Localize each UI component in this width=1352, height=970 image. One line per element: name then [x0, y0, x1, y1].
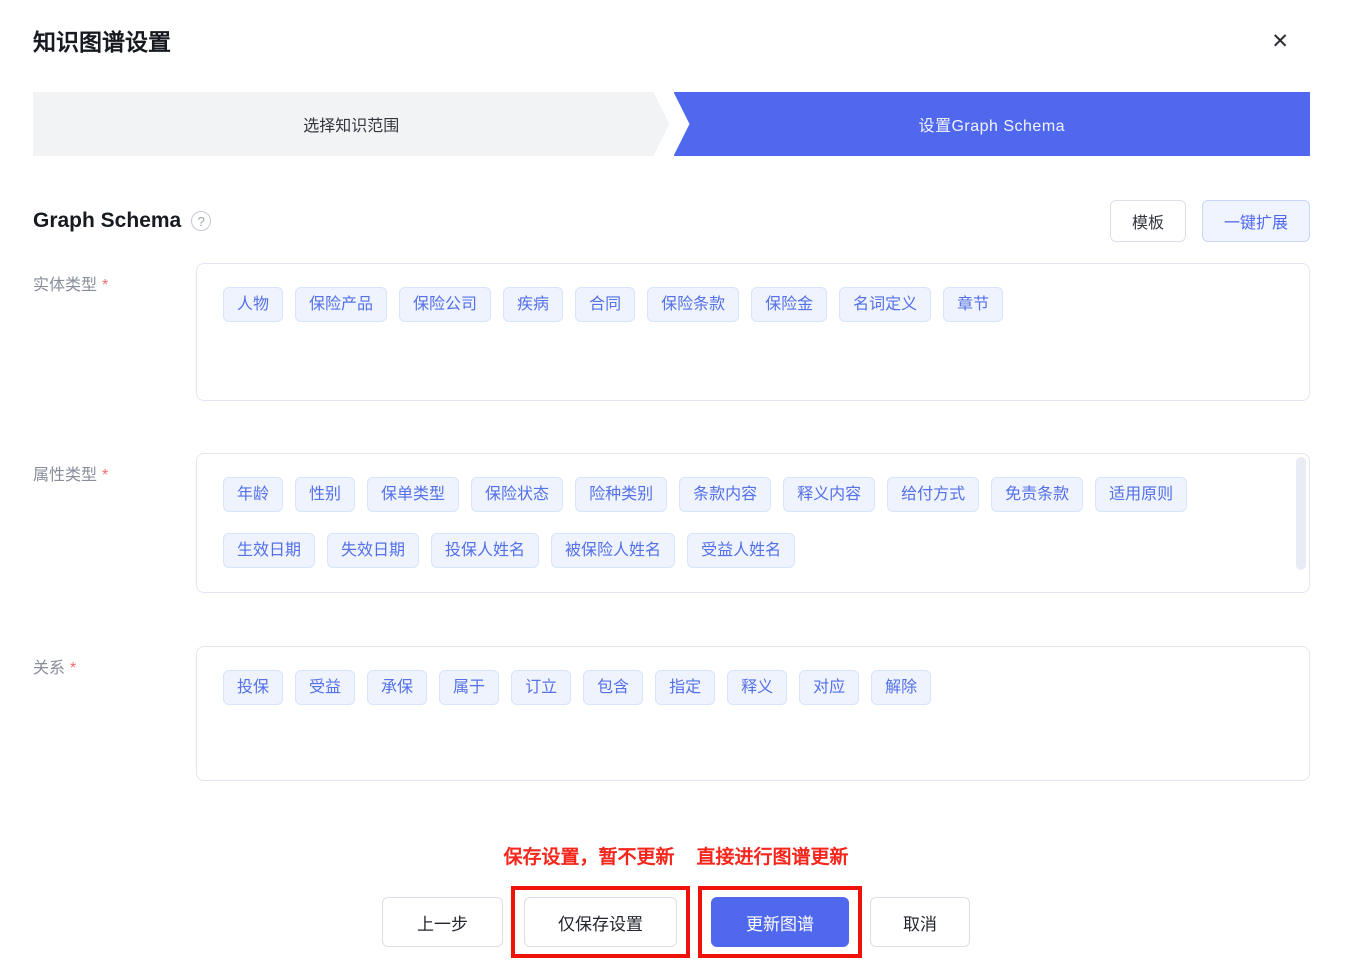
dialog-header: 知识图谱设置 ✕: [0, 0, 1352, 58]
schema-tag[interactable]: 释义: [727, 670, 787, 705]
red-highlight-box-update: 更新图谱: [698, 886, 862, 958]
scrollbar-thumb[interactable]: [1296, 457, 1306, 570]
required-asterisk: *: [102, 467, 108, 484]
schema-tag[interactable]: 给付方式: [887, 477, 979, 512]
attribute-type-label: 属性类型*: [33, 453, 196, 593]
schema-heading-row: Graph Schema ? 模板 一键扩展: [33, 202, 1310, 240]
update-graph-button[interactable]: 更新图谱: [711, 897, 849, 947]
save-hint-text: 保存设置，暂不更新: [503, 844, 674, 871]
schema-tag[interactable]: 适用原则: [1095, 477, 1187, 512]
relation-input[interactable]: 投保受益承保属于订立包含指定释义对应解除: [196, 646, 1310, 781]
schema-actions: 模板 一键扩展: [1110, 200, 1310, 242]
entity-type-input[interactable]: 人物保险产品保险公司疾病合同保险条款保险金名词定义章节: [196, 263, 1310, 401]
step-set-graph-schema[interactable]: 设置Graph Schema: [674, 92, 1311, 156]
schema-tag[interactable]: 生效日期: [223, 533, 315, 568]
schema-tag[interactable]: 指定: [655, 670, 715, 705]
schema-tag[interactable]: 受益: [295, 670, 355, 705]
cancel-button[interactable]: 取消: [870, 897, 970, 947]
schema-tag[interactable]: 名词定义: [839, 287, 931, 322]
relation-row: 关系* 投保受益承保属于订立包含指定释义对应解除: [33, 646, 1310, 781]
relation-label: 关系*: [33, 646, 196, 781]
schema-tag[interactable]: 对应: [799, 670, 859, 705]
schema-tag[interactable]: 包含: [583, 670, 643, 705]
save-settings-only-button[interactable]: 仅保存设置: [524, 897, 677, 947]
required-asterisk: *: [70, 660, 76, 677]
schema-tag[interactable]: 合同: [575, 287, 635, 322]
red-highlight-box-save: 仅保存设置: [511, 886, 690, 958]
help-icon[interactable]: ?: [191, 211, 211, 231]
schema-tag[interactable]: 年龄: [223, 477, 283, 512]
template-button[interactable]: 模板: [1110, 200, 1186, 242]
schema-tag[interactable]: 投保: [223, 670, 283, 705]
schema-tag[interactable]: 保险状态: [471, 477, 563, 512]
schema-tag[interactable]: 保险产品: [295, 287, 387, 322]
schema-tag[interactable]: 受益人姓名: [687, 533, 795, 568]
close-icon[interactable]: ✕: [1265, 28, 1295, 56]
footer-button-row: 上一步 仅保存设置 更新图谱 取消: [0, 886, 1352, 958]
schema-tag[interactable]: 免责条款: [991, 477, 1083, 512]
schema-tag[interactable]: 险种类别: [575, 477, 667, 512]
step-bar: 选择知识范围 设置Graph Schema: [33, 92, 1310, 156]
step-label: 设置Graph Schema: [918, 112, 1065, 136]
required-asterisk: *: [102, 277, 108, 294]
step-select-scope[interactable]: 选择知识范围: [33, 92, 670, 156]
attribute-type-row: 属性类型* 年龄性别保单类型保险状态险种类别条款内容释义内容给付方式免责条款适用…: [33, 453, 1310, 593]
schema-heading: Graph Schema: [33, 209, 181, 233]
attribute-type-input[interactable]: 年龄性别保单类型保险状态险种类别条款内容释义内容给付方式免责条款适用原则生效日期…: [196, 453, 1310, 593]
entity-type-row: 实体类型* 人物保险产品保险公司疾病合同保险条款保险金名词定义章节: [33, 263, 1310, 401]
page-title: 知识图谱设置: [33, 26, 171, 58]
entity-type-label: 实体类型*: [33, 263, 196, 401]
previous-step-button[interactable]: 上一步: [382, 897, 503, 947]
schema-tag[interactable]: 承保: [367, 670, 427, 705]
update-hint-text: 直接进行图谱更新: [697, 844, 849, 871]
schema-tag[interactable]: 释义内容: [783, 477, 875, 512]
schema-tag[interactable]: 被保险人姓名: [551, 533, 675, 568]
annotation-hints: 保存设置，暂不更新 直接进行图谱更新: [0, 844, 1352, 871]
schema-tag[interactable]: 疾病: [503, 287, 563, 322]
schema-tag[interactable]: 条款内容: [679, 477, 771, 512]
schema-tag[interactable]: 订立: [511, 670, 571, 705]
step-label: 选择知识范围: [303, 112, 399, 136]
schema-tag[interactable]: 解除: [871, 670, 931, 705]
one-click-expand-button[interactable]: 一键扩展: [1202, 200, 1310, 242]
schema-tag[interactable]: 失效日期: [327, 533, 419, 568]
schema-tag[interactable]: 属于: [439, 670, 499, 705]
schema-tag[interactable]: 章节: [943, 287, 1003, 322]
schema-tag[interactable]: 性别: [295, 477, 355, 512]
schema-tag[interactable]: 保单类型: [367, 477, 459, 512]
schema-tag[interactable]: 保险金: [751, 287, 827, 322]
schema-tag[interactable]: 保险条款: [647, 287, 739, 322]
schema-tag[interactable]: 投保人姓名: [431, 533, 539, 568]
schema-tag[interactable]: 保险公司: [399, 287, 491, 322]
schema-tag[interactable]: 人物: [223, 287, 283, 322]
